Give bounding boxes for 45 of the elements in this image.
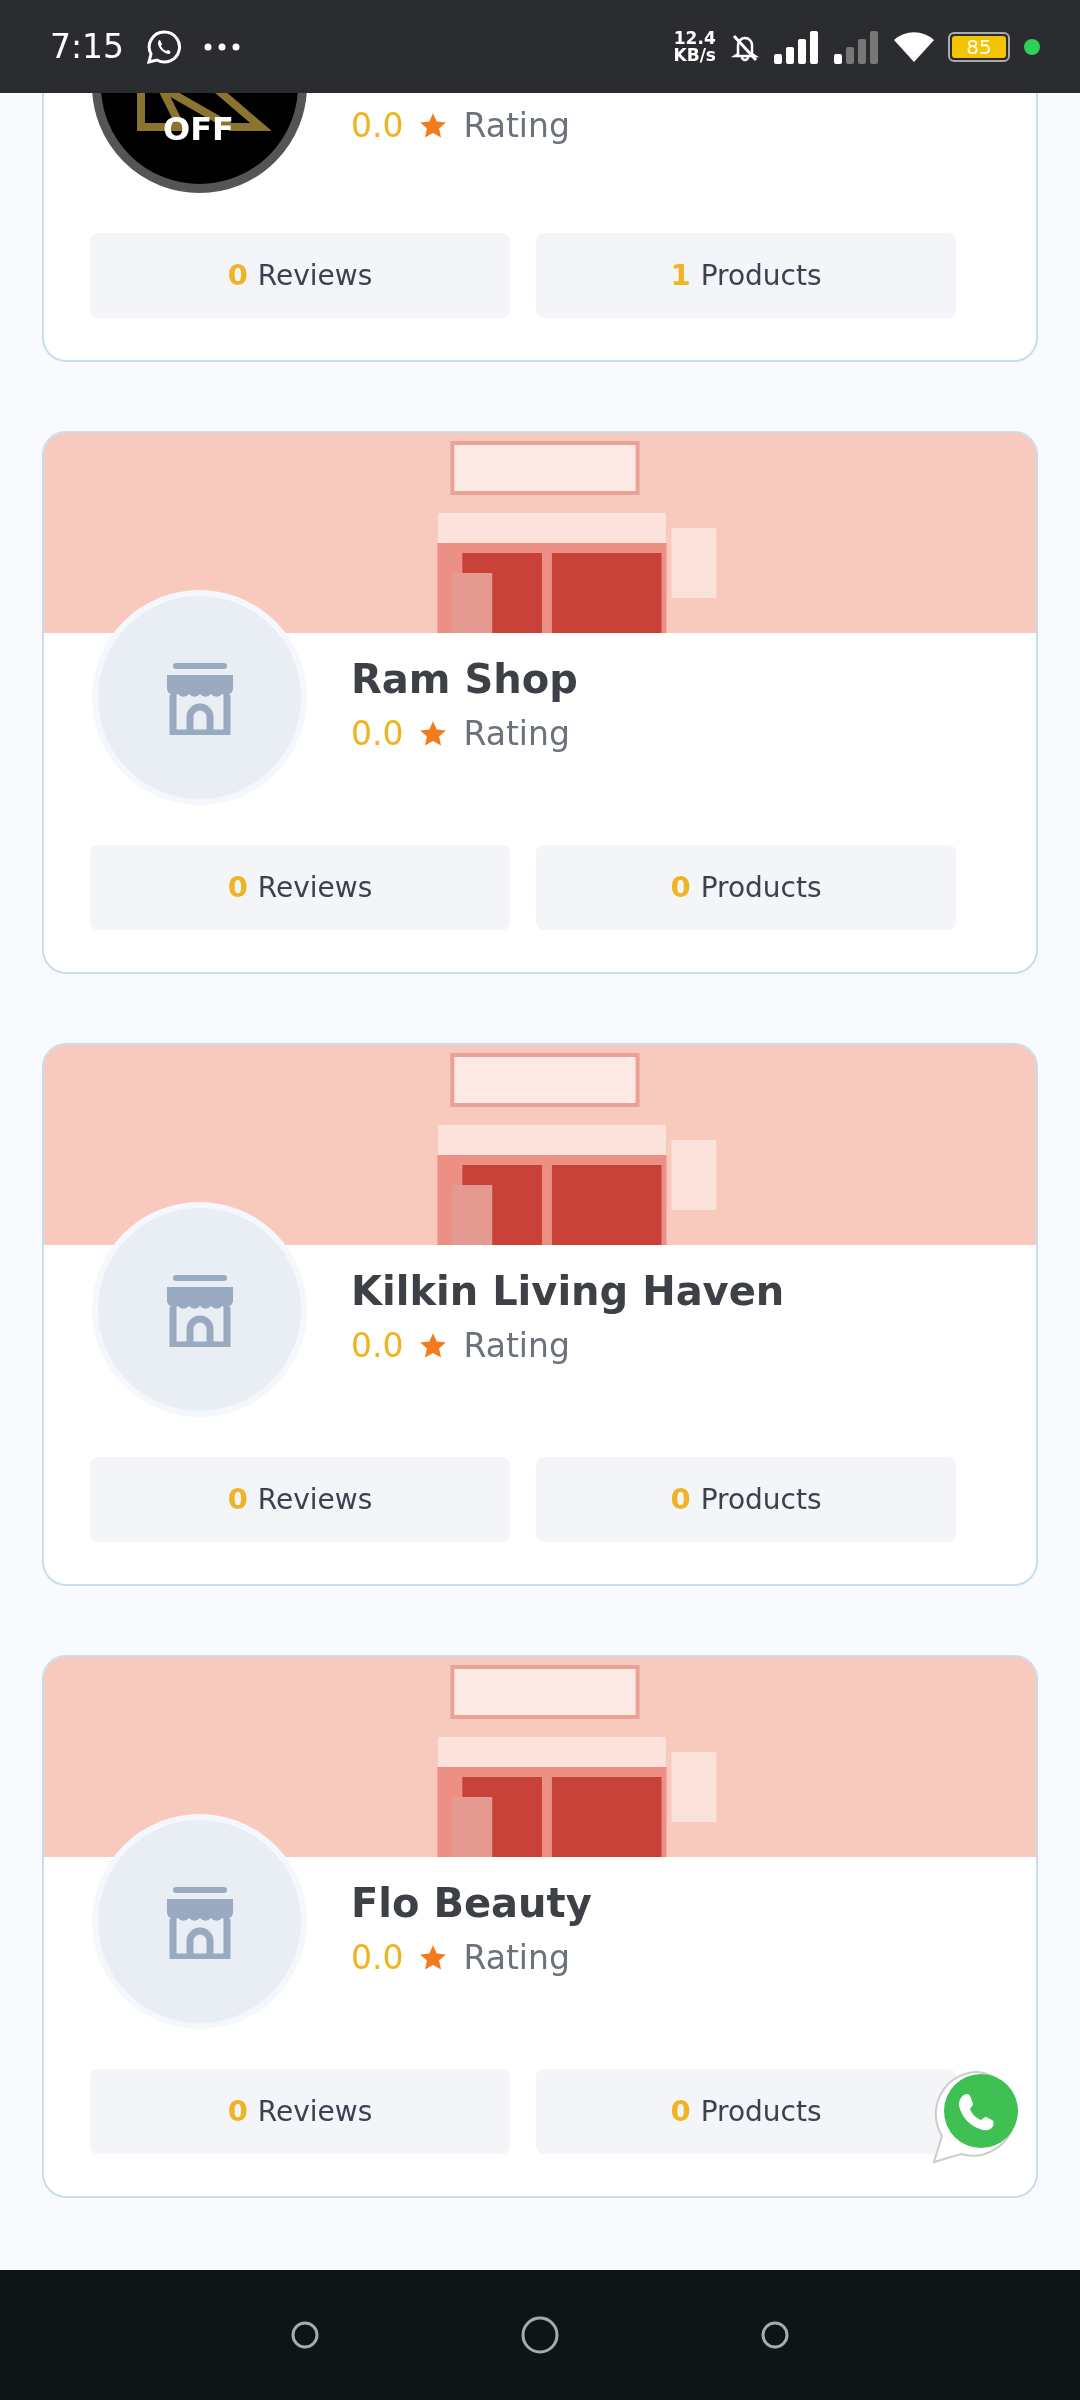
stat-label: Products: [700, 257, 822, 294]
signal-icon: [774, 29, 820, 64]
network-speed-unit: KB/s: [673, 46, 716, 64]
stat-number: 0: [227, 868, 248, 906]
stat-label: Products: [700, 2093, 822, 2130]
recents-button[interactable]: [290, 2320, 320, 2350]
stat-label: Reviews: [257, 257, 373, 294]
more-icon: [204, 42, 241, 51]
stat-number: 0: [227, 2092, 248, 2130]
stat-number: 0: [227, 256, 248, 294]
star-icon: [419, 1943, 448, 1972]
star-icon: [419, 1331, 448, 1360]
store-name: Ram Shop: [351, 655, 578, 703]
store-name: Flo Beauty: [351, 1879, 592, 1927]
network-speed-value: 12.4: [673, 29, 716, 47]
logo-caption: OFF: [163, 109, 234, 150]
rating-label: Rating: [463, 713, 570, 755]
rating-label: Rating: [463, 1937, 570, 1979]
back-button[interactable]: [760, 2320, 790, 2350]
stat-number: 0: [670, 2092, 691, 2130]
star-icon: [419, 719, 448, 748]
store-name: Kilkin Living Haven: [351, 1267, 785, 1315]
stat-number: 0: [670, 1480, 691, 1518]
rating-label: Rating: [463, 1325, 570, 1367]
rating-value: 0.0: [351, 713, 404, 755]
rating-value: 0.0: [351, 105, 404, 147]
whatsapp-icon: [146, 28, 183, 65]
star-icon: [419, 111, 448, 140]
stat-label: Reviews: [257, 1481, 373, 1518]
stat-label: Products: [700, 1481, 822, 1518]
stat-number: 1: [670, 256, 691, 294]
stat-label: Reviews: [257, 2093, 373, 2130]
rating-value: 0.0: [351, 1937, 404, 1979]
stat-number: 0: [227, 1480, 248, 1518]
clock-time: 7:15: [50, 25, 125, 68]
signal-icon: [834, 29, 880, 64]
stat-number: 0: [670, 868, 691, 906]
stat-label: Reviews: [257, 869, 373, 906]
stat-label: Products: [700, 869, 822, 906]
home-button[interactable]: [520, 2315, 560, 2355]
rating-label: Rating: [463, 105, 570, 147]
camera-indicator-dot: [1024, 38, 1040, 55]
wifi-icon: [894, 30, 934, 63]
battery-icon: 85: [948, 31, 1010, 62]
rating-value: 0.0: [351, 1325, 404, 1367]
